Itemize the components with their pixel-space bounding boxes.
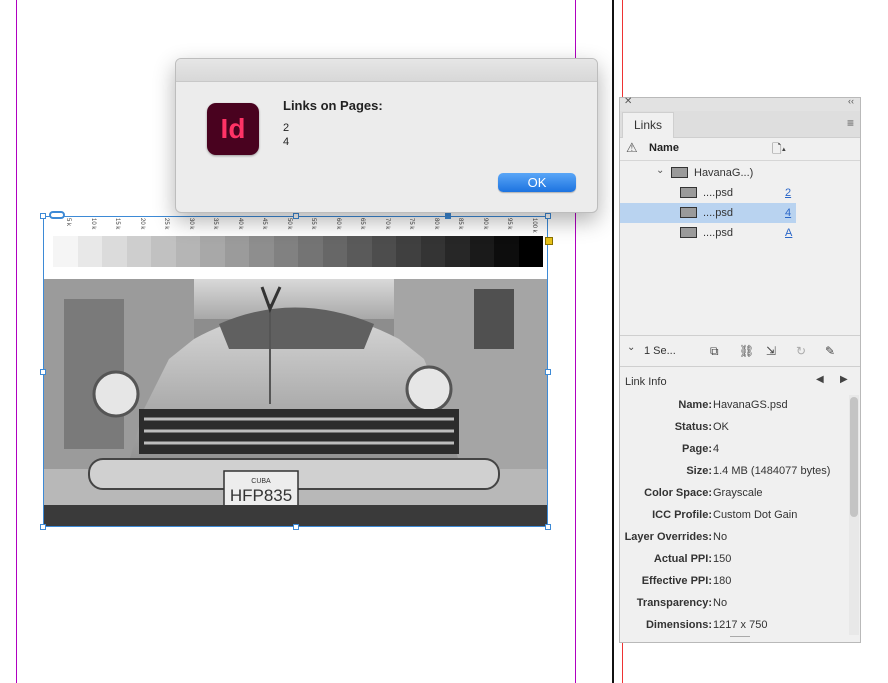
link-info-key: Transparency:: [636, 597, 712, 609]
image-thumbnail-icon: [671, 167, 688, 178]
content-grabber-handle[interactable]: [445, 213, 451, 219]
app-icon-text: Id: [220, 113, 246, 144]
panel-header-bar[interactable]: ✕ ‹‹: [620, 96, 860, 112]
panel-tabs: Links ≡: [620, 111, 860, 138]
link-parent-name: HavanaG...): [694, 167, 754, 179]
link-row[interactable]: ....psd A: [620, 223, 796, 243]
link-info-scrollbar[interactable]: [849, 395, 859, 635]
image-frame-selection[interactable]: [43, 216, 548, 527]
link-info-key: Color Space:: [644, 487, 712, 499]
link-info-row: Layer Overrides: No: [620, 526, 848, 548]
link-page-number[interactable]: 2: [785, 187, 791, 199]
page-column-icon[interactable]: 🗋▴: [772, 140, 786, 161]
update-link-icon[interactable]: ↻: [796, 344, 806, 358]
collapse-icon[interactable]: ‹‹: [848, 96, 854, 106]
link-name: ....psd: [703, 227, 733, 239]
indesign-app-icon: Id: [207, 103, 259, 155]
link-info-key: Page:: [682, 443, 712, 455]
chevron-down-icon[interactable]: ⌄: [627, 342, 635, 353]
go-to-link-icon[interactable]: ⇲: [766, 344, 776, 358]
name-column-header[interactable]: Name: [649, 142, 679, 154]
link-info-key: ICC Profile:: [652, 509, 712, 521]
link-row-selected[interactable]: ....psd 4: [620, 203, 796, 223]
links-toolbar: ⌄ 1 Se... ⧉ ⛓ ⇲ ↻ ✎: [620, 335, 860, 367]
link-info-value: 1217 x 750: [713, 619, 768, 631]
panel-menu-icon[interactable]: ≡: [847, 116, 854, 130]
link-info-row: Color Space: Grayscale: [620, 482, 848, 504]
frame-handle-tc[interactable]: [293, 213, 299, 219]
link-info-value: OK: [713, 421, 729, 433]
warning-icon[interactable]: ⚠: [626, 140, 638, 156]
link-row[interactable]: ....psd 2: [620, 183, 796, 203]
close-icon[interactable]: ✕: [624, 96, 632, 107]
page-edge: [612, 0, 614, 683]
frame-handle-tl[interactable]: [40, 213, 46, 219]
link-info-key: Name:: [678, 399, 712, 411]
link-info-value: 150: [713, 553, 732, 565]
out-port-icon[interactable]: [545, 237, 553, 245]
scrollbar-thumb[interactable]: [850, 397, 858, 517]
link-info-row: Dimensions: 1217 x 750: [620, 614, 848, 634]
frame-handle-ml[interactable]: [40, 369, 46, 375]
links-on-pages-dialog: Id Links on Pages: 2 4 OK: [175, 58, 598, 213]
link-info-key: Layer Overrides:: [624, 531, 712, 543]
left-margin-guide: [16, 0, 17, 683]
link-info-value: No: [713, 531, 728, 543]
link-page-number[interactable]: 4: [785, 207, 791, 219]
link-info-key: Dimensions:: [645, 619, 712, 631]
link-info-value: Grayscale: [713, 487, 763, 499]
dialog-title: Links on Pages:: [283, 98, 383, 113]
link-info-row: ICC Profile: Custom Dot Gain: [620, 504, 848, 526]
frame-handle-bc[interactable]: [293, 524, 299, 530]
link-info-row: Size: 1.4 MB (1484077 bytes): [620, 460, 848, 482]
dialog-page-line: 4: [283, 136, 290, 148]
ok-button[interactable]: OK: [498, 173, 576, 192]
link-info-row: Status: OK: [620, 416, 848, 438]
links-column-header: ⚠ Name 🗋▴: [620, 138, 860, 161]
link-info-value: 4: [713, 443, 720, 455]
frame-handle-bl[interactable]: [40, 524, 46, 530]
dialog-titlebar[interactable]: [176, 59, 597, 82]
link-info-key: Actual PPI:: [653, 553, 712, 565]
link-info-value: Custom Dot Gain: [713, 509, 798, 521]
link-info-value: 180: [713, 575, 732, 587]
link-parent-row[interactable]: ⌄ HavanaG...): [620, 163, 796, 183]
panel-resize-grip[interactable]: [730, 636, 750, 643]
relink-from-cc-icon[interactable]: ⧉: [710, 344, 719, 359]
link-info-header: Link Info ◀ ▶: [620, 369, 860, 393]
link-info-value: HavanaGS.psd: [713, 399, 788, 411]
image-thumbnail-icon: [680, 227, 697, 238]
frame-handle-br[interactable]: [545, 524, 551, 530]
link-info-key: Size:: [686, 465, 712, 477]
tab-links[interactable]: Links: [622, 112, 674, 138]
link-info-key: Status:: [674, 421, 712, 433]
link-info-row: Page: 4: [620, 438, 848, 460]
edit-original-icon[interactable]: ✎: [825, 344, 835, 358]
next-link-icon[interactable]: ▶: [840, 374, 848, 385]
link-info-row: Effective PPI: 180: [620, 570, 848, 592]
link-info-row: Name: HavanaGS.psd: [620, 394, 848, 416]
link-page-number[interactable]: A: [785, 227, 792, 239]
link-info-value: No: [713, 597, 728, 609]
dialog-page-line: 2: [283, 122, 290, 134]
link-name: ....psd: [703, 187, 733, 199]
link-info-value: 1.4 MB (1484077 bytes): [713, 465, 831, 477]
link-chain-icon[interactable]: [49, 211, 65, 219]
selection-summary[interactable]: 1 Se...: [644, 345, 676, 357]
link-info-row: Transparency: No: [620, 592, 848, 614]
relink-icon[interactable]: ⛓: [739, 344, 754, 358]
frame-handle-tr[interactable]: [545, 213, 551, 219]
link-info-row: Actual PPI: 150: [620, 548, 848, 570]
previous-link-icon[interactable]: ◀: [816, 374, 824, 385]
link-info-list: Name: HavanaGS.psd Status: OK Page: 4 Size: 1.4…: [620, 394, 848, 634]
link-name: ....psd: [703, 207, 733, 219]
links-panel: ✕ ‹‹ Links ≡ ⚠ Name 🗋▴ ⌄ HavanaG...) ...…: [619, 96, 861, 643]
link-info-key: Effective PPI:: [641, 575, 712, 587]
frame-handle-mr[interactable]: [545, 369, 551, 375]
image-thumbnail-icon: [680, 187, 697, 198]
link-info-title: Link Info: [625, 376, 667, 388]
chevron-down-icon[interactable]: ⌄: [656, 165, 664, 176]
image-thumbnail-icon: [680, 207, 697, 218]
